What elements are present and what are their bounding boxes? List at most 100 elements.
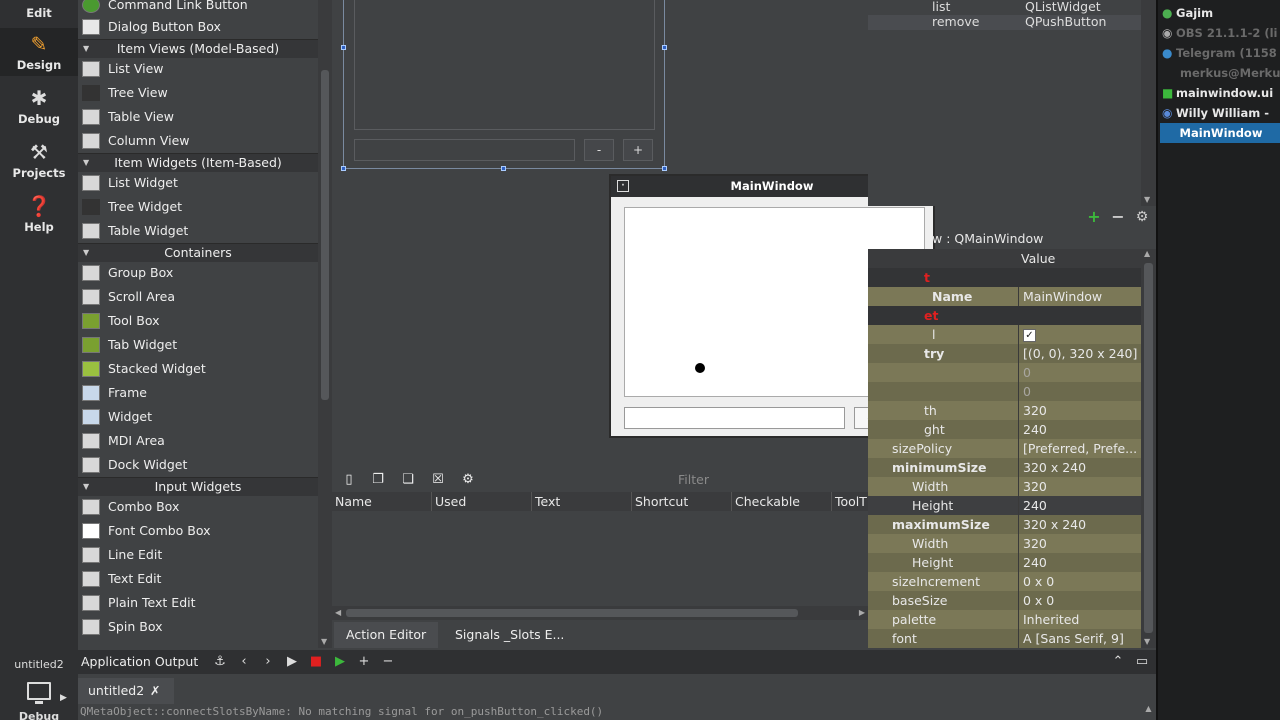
widget-tool-box[interactable]: Tool Box [78, 309, 318, 333]
copy-icon[interactable]: ❐ [370, 472, 386, 488]
widget-dialog-button-box[interactable]: Dialog Button Box [78, 15, 318, 39]
resize-handle[interactable] [341, 45, 346, 50]
mode-help[interactable]: ❓ Help [0, 192, 78, 240]
zoom-in-icon[interactable]: + [356, 653, 372, 671]
property-value[interactable]: 240 [1018, 420, 1141, 439]
resize-handle[interactable] [662, 45, 667, 50]
task-gajim[interactable]: ● Gajim [1162, 3, 1280, 23]
property-row[interactable]: ▶sizeIncrement0 x 0 [868, 572, 1141, 591]
task-obs[interactable]: ◉ OBS 21.1.1-2 (li [1162, 23, 1280, 43]
property-row[interactable]: 0 [868, 382, 1141, 401]
widget-dock-widget[interactable]: Dock Widget [78, 453, 318, 477]
widget-column-view[interactable]: Column View [78, 129, 318, 153]
form-list-widget[interactable] [354, 0, 655, 130]
property-value[interactable]: 0 [1018, 382, 1141, 401]
property-value[interactable]: 320 [1018, 534, 1141, 553]
property-value[interactable]: 0 x 0 [1018, 572, 1141, 591]
widget-widget[interactable]: Widget [78, 405, 318, 429]
category-input-widgets[interactable]: ▼ Input Widgets [78, 477, 318, 496]
property-editor-scrollbar[interactable]: ▲ ▼ [1141, 249, 1156, 648]
form-add-button[interactable]: + [623, 139, 653, 161]
mode-edit[interactable]: Edit [0, 0, 78, 22]
form-line-edit[interactable] [354, 139, 575, 161]
property-value[interactable]: Inherited [1018, 610, 1141, 629]
scrollbar-thumb[interactable] [321, 70, 329, 400]
widget-scroll-area[interactable]: Scroll Area [78, 285, 318, 309]
widget-tree-widget[interactable]: Tree Widget [78, 195, 318, 219]
category-containers[interactable]: ▼ Containers [78, 243, 318, 262]
column-header[interactable]: Used [432, 492, 532, 511]
widget-font-combo-box[interactable]: Font Combo Box [78, 519, 318, 543]
widget-group-box[interactable]: Group Box [78, 261, 318, 285]
widget-plain-text-edit[interactable]: Plain Text Edit [78, 591, 318, 615]
chevron-up-icon[interactable]: ⌃ [1110, 653, 1126, 671]
widget-table-widget[interactable]: Table Widget [78, 219, 318, 243]
attach-icon[interactable]: ⚓ [212, 653, 228, 671]
property-value[interactable]: A [Sans Serif, 9] [1018, 629, 1141, 648]
widget-list-widget[interactable]: List Widget [78, 171, 318, 195]
task-terminal[interactable]: merkus@Merkus [1162, 63, 1280, 83]
add-property-icon[interactable]: + [1085, 208, 1103, 226]
widget-combo-box[interactable]: Combo Box [78, 495, 318, 519]
mode-debug[interactable]: ✱ Debug [0, 84, 78, 132]
object-row[interactable]: remove QPushButton [868, 15, 1141, 30]
chevron-up-icon[interactable]: ▲ [1144, 249, 1150, 258]
chevron-left-icon[interactable]: ‹ [236, 653, 252, 671]
form-remove-button[interactable]: - [584, 139, 614, 161]
widget-tree-view[interactable]: Tree View [78, 81, 318, 105]
property-row[interactable]: try [(0, 0), 320 x 240] [868, 344, 1141, 363]
chevron-down-icon[interactable]: ▼ [1144, 637, 1150, 646]
resize-handle[interactable] [662, 166, 667, 171]
run-icon[interactable]: ▶ [284, 653, 300, 671]
column-header[interactable]: Checkable [732, 492, 832, 511]
tab-signals-slots[interactable]: Signals _Slots E... [443, 622, 576, 648]
preview-line-edit[interactable] [624, 407, 845, 429]
configure-icon[interactable]: ⚙ [1133, 208, 1151, 226]
tab-action-editor[interactable]: Action Editor [334, 622, 439, 648]
property-row[interactable]: ▶sizePolicy[Preferred, Prefe... [868, 439, 1141, 458]
widget-table-view[interactable]: Table View [78, 105, 318, 129]
widget-spin-box[interactable]: Spin Box [78, 615, 318, 639]
property-row[interactable]: ▶baseSize0 x 0 [868, 591, 1141, 610]
property-value[interactable]: [Preferred, Prefe... [1018, 439, 1141, 458]
property-row[interactable]: Height 240 [868, 553, 1141, 572]
property-value[interactable]: 240 [1018, 553, 1141, 572]
debug-run-icon[interactable]: ▶ [332, 653, 348, 671]
column-header[interactable]: ToolT [832, 492, 868, 511]
scrollbar-thumb[interactable] [346, 609, 798, 617]
resize-handle[interactable] [501, 166, 506, 171]
stop-icon[interactable]: ■ [308, 653, 324, 671]
property-row[interactable]: Name MainWindow [868, 287, 1141, 306]
mode-projects[interactable]: ⚒ Projects [0, 138, 78, 186]
maximize-icon[interactable]: ▭ [1134, 653, 1150, 671]
monitor-icon[interactable] [27, 682, 51, 704]
widget-box-scrollbar[interactable]: ▼ [318, 0, 332, 648]
new-action-icon[interactable]: ▯ [341, 472, 357, 488]
property-row[interactable]: l ✓ [868, 325, 1141, 344]
property-value[interactable]: 240 [1018, 496, 1141, 515]
window-menu-icon[interactable]: · [617, 180, 629, 192]
task-mainwindow-ui[interactable]: ■ mainwindow.ui [1162, 83, 1280, 103]
widget-mdi-area[interactable]: MDI Area [78, 429, 318, 453]
paste-icon[interactable]: ❏ [400, 472, 416, 488]
object-inspector-scrollbar[interactable]: ▼ [1141, 0, 1156, 206]
delete-icon[interactable]: ☒ [430, 472, 446, 488]
widget-stacked-widget[interactable]: Stacked Widget [78, 357, 318, 381]
property-row[interactable]: th 320 [868, 401, 1141, 420]
property-value[interactable]: 320 x 240 [1018, 458, 1141, 477]
property-value[interactable]: 0 x 0 [1018, 591, 1141, 610]
object-row[interactable]: list QListWidget [868, 0, 1141, 15]
widget-frame[interactable]: Frame [78, 381, 318, 405]
property-row[interactable]: Width 320 [868, 477, 1141, 496]
property-value[interactable]: 320 x 240 [1018, 515, 1141, 534]
task-mainwindow[interactable]: MainWindow [1160, 123, 1280, 143]
task-telegram[interactable]: ● Telegram (1158 [1162, 43, 1280, 63]
widget-line-edit[interactable]: Line Edit [78, 543, 318, 567]
property-value[interactable]: MainWindow [1018, 287, 1141, 306]
chevron-right-icon[interactable]: › [260, 653, 276, 671]
chevron-right-icon[interactable]: ▶ [859, 606, 865, 620]
remove-property-icon[interactable]: − [1109, 208, 1127, 226]
property-value[interactable]: 320 [1018, 477, 1141, 496]
chevron-up-icon[interactable]: ▲ [1141, 704, 1156, 720]
column-header[interactable]: Name [332, 492, 432, 511]
